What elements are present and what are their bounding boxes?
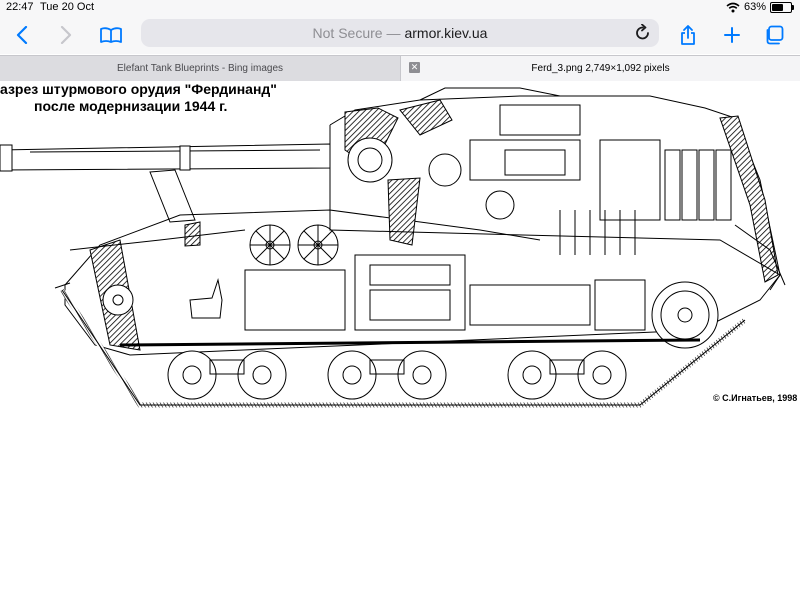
reload-button[interactable] <box>635 23 651 44</box>
tab-bing-images[interactable]: Elefant Tank Blueprints - Bing images <box>0 56 401 81</box>
wifi-icon <box>726 2 740 12</box>
tank-cutaway-drawing <box>0 87 786 408</box>
plus-icon <box>724 27 740 43</box>
tab-label: Ferd_3.png 2,749×1,092 pixels <box>531 63 670 74</box>
image-viewport[interactable]: азрез штурмового орудия "Фердинанд" посл… <box>0 81 800 600</box>
tabs-overview-button[interactable] <box>761 16 787 54</box>
tab-ferd-png[interactable]: ✕ Ferd_3.png 2,749×1,092 pixels <box>401 56 800 81</box>
drawing-copyright: © С.Игнатьев, 1998 <box>713 393 798 403</box>
tab-label: Elefant Tank Blueprints - Bing images <box>116 63 283 74</box>
share-icon <box>681 24 695 45</box>
forward-button[interactable] <box>54 16 78 54</box>
new-tab-button[interactable] <box>720 16 744 54</box>
book-icon <box>100 26 122 43</box>
battery-icon <box>770 1 794 13</box>
chevron-left-icon <box>16 26 28 44</box>
status-time: 22:47 <box>6 1 34 13</box>
drawing-subtitle: после модернизации 1944 г. <box>34 98 228 114</box>
reload-icon <box>636 23 649 40</box>
tab-bar: Elefant Tank Blueprints - Bing images ✕ … <box>0 55 800 82</box>
back-button[interactable] <box>10 16 34 54</box>
status-right: 63% <box>726 1 794 13</box>
bookmarks-button[interactable] <box>98 16 124 54</box>
status-bar: 22:47 Tue 20 Oct 63% <box>0 0 800 16</box>
tabs-icon <box>766 25 784 45</box>
browser-toolbar: Not Secure — armor.kiev.ua <box>0 16 800 54</box>
chevron-right-icon <box>60 26 72 44</box>
security-label: Not Secure — <box>312 25 401 41</box>
drawing-title: азрез штурмового орудия "Фердинанд" <box>0 81 277 97</box>
address-host: armor.kiev.ua <box>404 25 488 41</box>
close-tab-button[interactable]: ✕ <box>409 62 420 73</box>
battery-percent: 63% <box>743 1 766 13</box>
status-date: Tue 20 Oct <box>40 1 95 13</box>
share-button[interactable] <box>676 16 700 54</box>
address-bar[interactable]: Not Secure — armor.kiev.ua <box>141 19 659 47</box>
